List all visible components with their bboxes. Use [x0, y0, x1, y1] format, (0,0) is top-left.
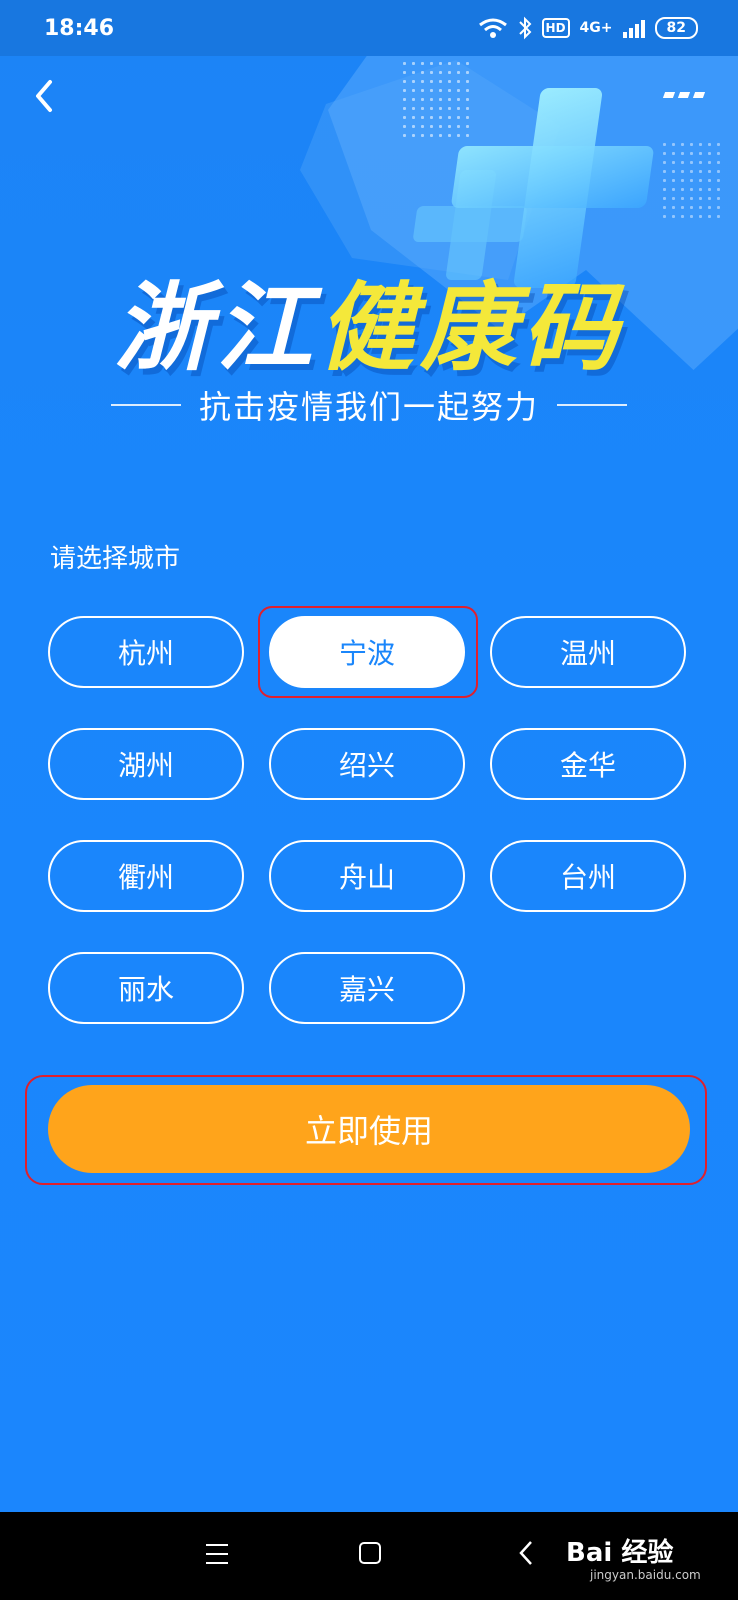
city-button[interactable]: 衢州: [48, 840, 244, 912]
city-prompt: 请选择城市: [50, 544, 181, 574]
baidu-watermark: Bai 经验: [566, 1538, 674, 1568]
subtitle-divider-left: [110, 404, 181, 406]
baidu-watermark-url: jingyan.baidu.com: [590, 1568, 701, 1582]
back-icon[interactable]: [26, 74, 66, 118]
dot-pattern-decoration-2: [660, 140, 720, 220]
signal-icon: [622, 18, 645, 38]
city-button[interactable]: 温州: [490, 616, 686, 688]
annotation-highlight-selected: [258, 606, 478, 698]
system-back-icon[interactable]: [516, 1538, 536, 1568]
network-type: 4G+: [579, 20, 613, 36]
battery-icon: 82: [654, 17, 698, 39]
title-health-code: 健康码: [318, 272, 624, 384]
title-province: 浙江: [114, 272, 318, 384]
page-title: 浙江健康码: [0, 250, 738, 389]
app-screen: 18:46 HD 4G+ 82 浙江健康码 抗击疫情我们一起努力 请选择城市 杭…: [0, 0, 738, 1512]
city-button[interactable]: 嘉兴: [269, 952, 465, 1024]
city-button[interactable]: 绍兴: [269, 728, 465, 800]
city-button[interactable]: 舟山: [269, 840, 465, 912]
city-button[interactable]: 丽水: [48, 952, 244, 1024]
city-button[interactable]: 湖州: [48, 728, 244, 800]
page-subtitle: 抗击疫情我们一起努力: [0, 382, 738, 428]
city-button[interactable]: 杭州: [48, 616, 244, 688]
home-icon[interactable]: [359, 1542, 381, 1564]
status-bar: 18:46 HD 4G+ 82: [0, 0, 738, 56]
city-button[interactable]: 金华: [490, 728, 686, 800]
subtitle-text: 抗击疫情我们一起努力: [198, 388, 539, 426]
more-icon[interactable]: [662, 80, 714, 110]
city-button[interactable]: 台州: [490, 840, 686, 912]
wifi-icon: [478, 18, 507, 38]
bluetooth-icon: [518, 16, 531, 40]
status-time: 18:46: [44, 15, 115, 41]
system-nav-bar: Bai 经验 jingyan.baidu.com: [0, 1512, 738, 1600]
hd-badge: HD: [541, 18, 570, 38]
annotation-highlight-button: [25, 1075, 707, 1185]
menu-icon[interactable]: [206, 1544, 228, 1564]
status-icons: HD 4G+ 82: [478, 16, 698, 40]
subtitle-divider-right: [557, 404, 627, 406]
